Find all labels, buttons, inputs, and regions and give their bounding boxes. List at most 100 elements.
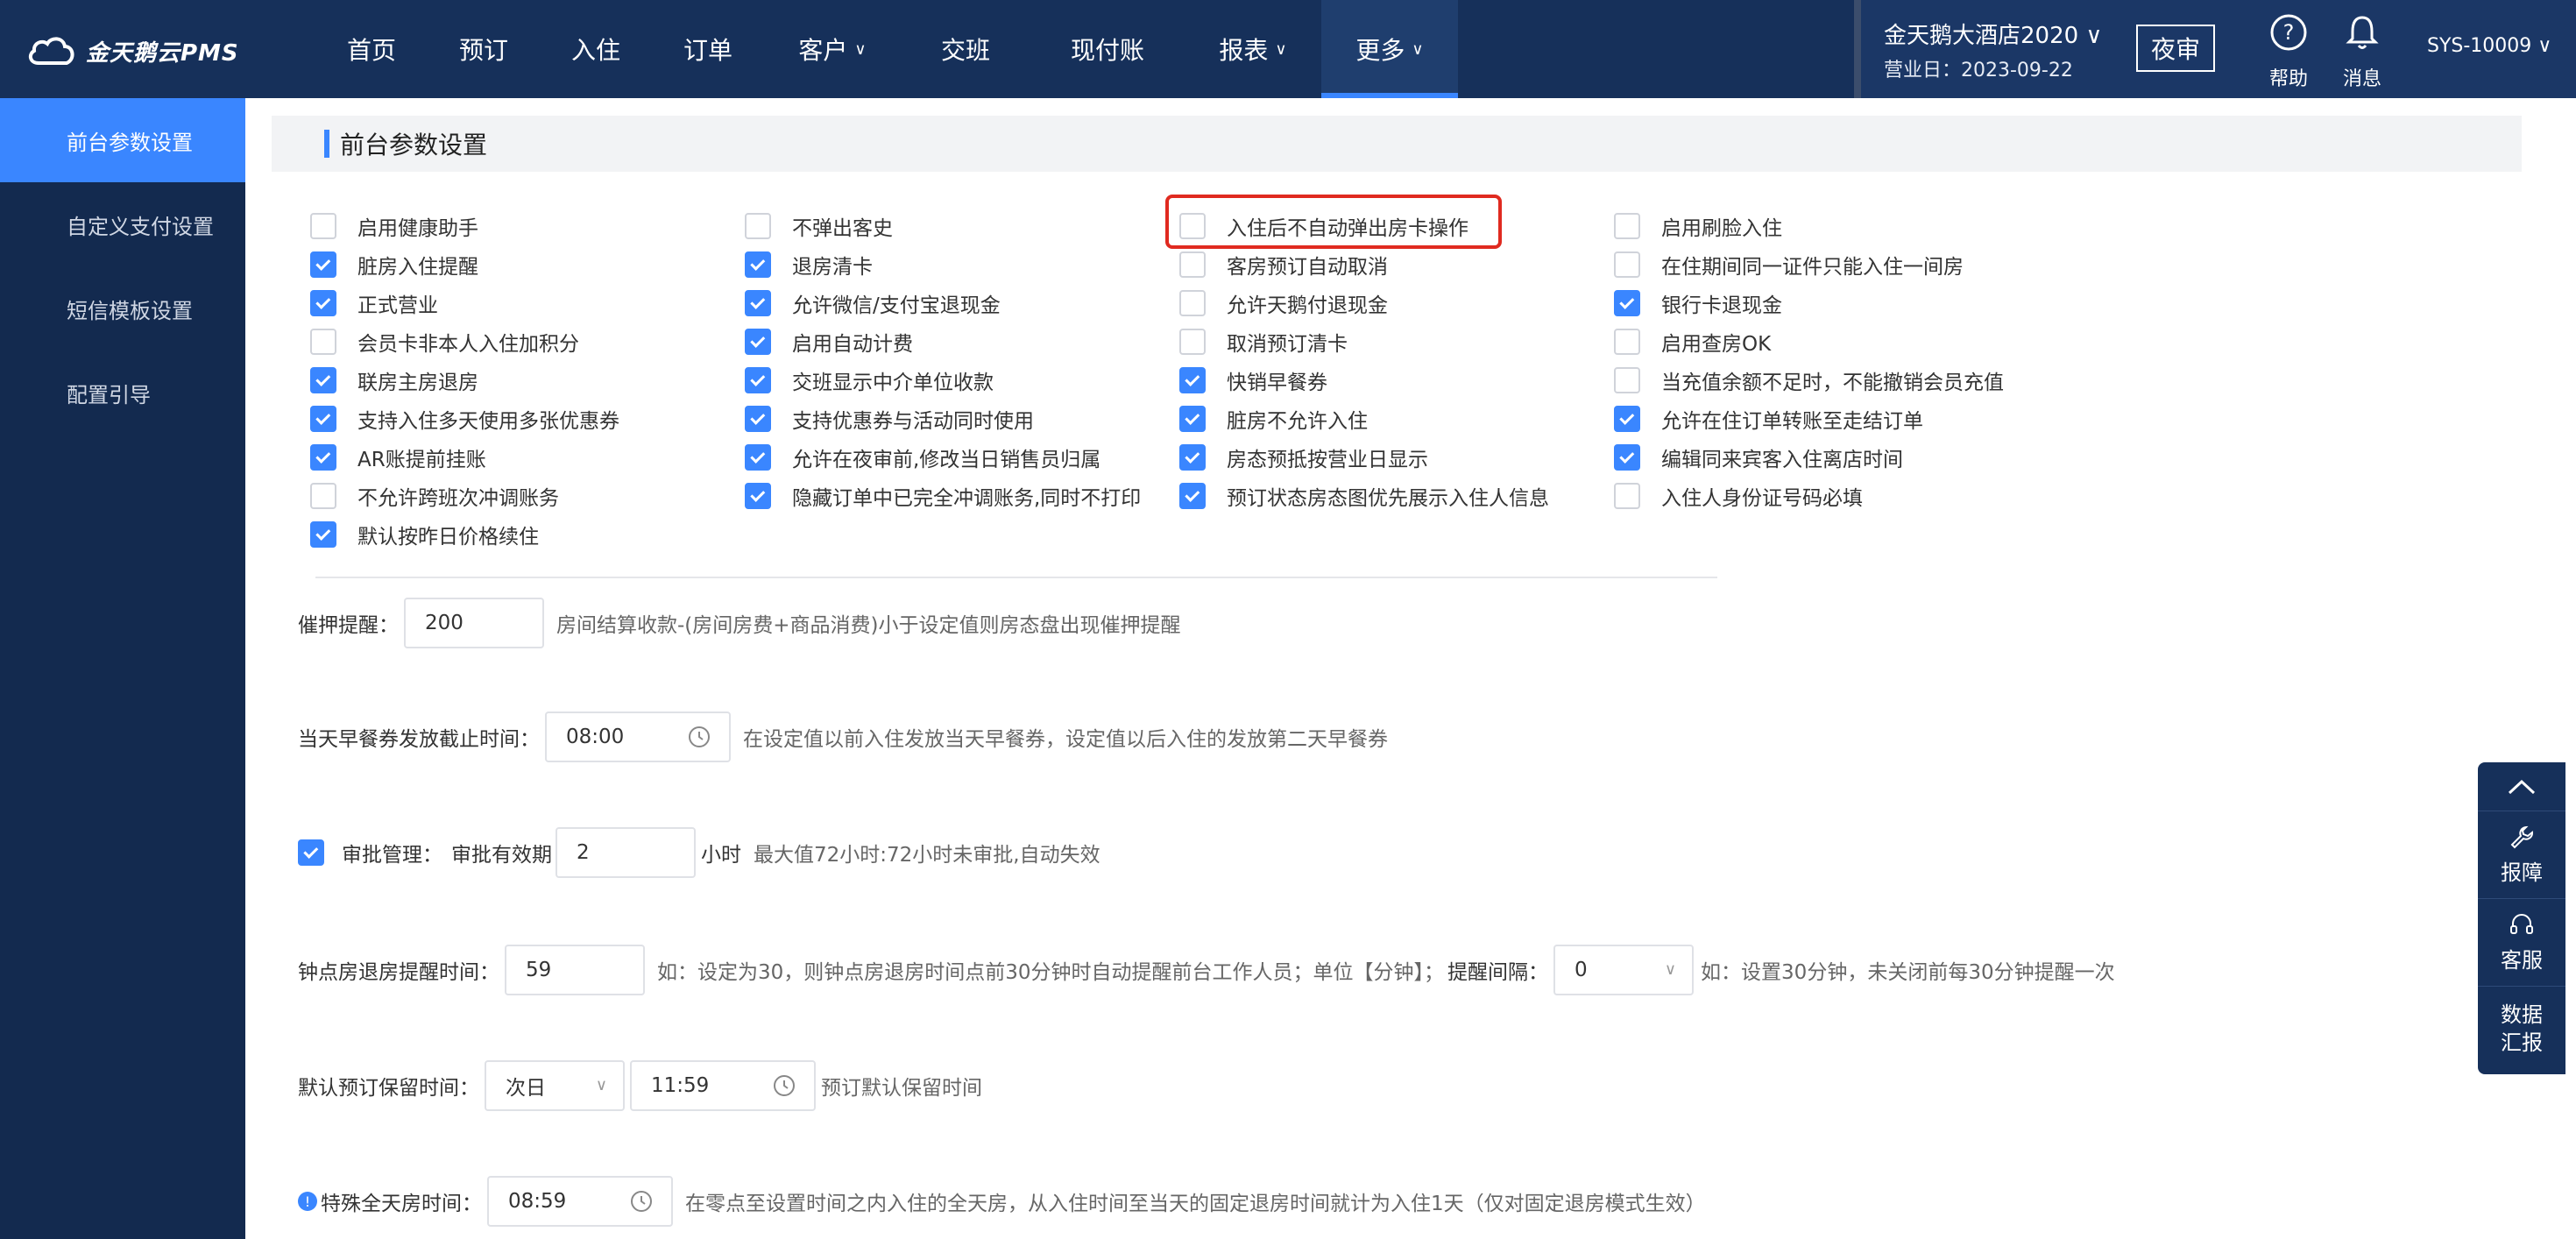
data-report-button[interactable]: 数据汇报 [2478, 987, 2565, 1071]
checkbox[interactable] [1614, 213, 1640, 239]
user-menu[interactable]: SYS-10009 ∨ [2427, 35, 2551, 57]
checkbox-option[interactable]: 联房主房退房 [310, 361, 478, 400]
logo[interactable]: 金天鹅云PMS [26, 32, 239, 70]
checkbox[interactable] [310, 329, 336, 355]
checkbox[interactable] [1179, 483, 1206, 509]
help-button[interactable]: ? 帮助 [2262, 12, 2315, 91]
checkbox[interactable] [310, 367, 336, 393]
hotel-selector[interactable]: 金天鹅大酒店2020 ∨ [1884, 18, 2102, 50]
nav-item-6[interactable]: 现付账 [1030, 0, 1185, 98]
checkbox-option[interactable]: 取消预订清卡 [1179, 322, 1348, 361]
checkbox-option[interactable]: AR账提前挂账 [310, 438, 486, 477]
checkbox-option[interactable]: 启用自动计费 [745, 322, 913, 361]
deposit-input[interactable]: 200 [404, 598, 544, 648]
checkbox[interactable] [310, 251, 336, 278]
checkbox-option[interactable]: 正式营业 [310, 284, 438, 322]
approval-checkbox[interactable] [298, 839, 324, 866]
nav-item-0[interactable]: 首页 [315, 0, 428, 98]
checkbox[interactable] [1179, 290, 1206, 316]
sidebar-item-3[interactable]: 配置引导 [0, 350, 245, 435]
checkbox-option[interactable]: 会员卡非本人入住加积分 [310, 322, 579, 361]
checkbox[interactable] [745, 483, 771, 509]
report-issue-button[interactable]: 报障 [2478, 811, 2565, 899]
approval-hours-input[interactable]: 2 [556, 827, 696, 878]
checkbox-option[interactable]: 允许在住订单转账至走结订单 [1614, 400, 1923, 438]
checkbox-option[interactable]: 支持入住多天使用多张优惠券 [310, 400, 619, 438]
nav-item-8[interactable]: 更多 ∨ [1321, 0, 1458, 98]
checkbox[interactable] [1614, 367, 1640, 393]
checkbox[interactable] [1179, 251, 1206, 278]
checkbox-option[interactable]: 入住人身份证号码必填 [1614, 477, 1863, 515]
checkbox-option[interactable]: 脏房入住提醒 [310, 245, 478, 284]
checkbox[interactable] [1614, 406, 1640, 432]
checkbox[interactable] [1179, 329, 1206, 355]
checkbox-option[interactable]: 交班显示中介单位收款 [745, 361, 994, 400]
checkbox[interactable] [745, 406, 771, 432]
checkbox-option[interactable]: 不弹出客史 [745, 207, 893, 245]
customer-service-button[interactable]: 客服 [2478, 899, 2565, 987]
checkbox[interactable] [745, 213, 771, 239]
interval-select[interactable]: 0 ∨ [1553, 945, 1695, 995]
messages-button[interactable]: 消息 [2336, 12, 2388, 91]
sidebar-item-2[interactable]: 短信模板设置 [0, 266, 245, 350]
checkbox[interactable] [1614, 483, 1640, 509]
reserve-day-select[interactable]: 次日 ∨ [485, 1060, 625, 1111]
checkbox[interactable] [1614, 329, 1640, 355]
fullday-time-input[interactable]: 08:59 [487, 1176, 673, 1227]
checkbox-option[interactable]: 脏房不允许入住 [1179, 400, 1368, 438]
sidebar-item-1[interactable]: 自定义支付设置 [0, 182, 245, 266]
checkbox[interactable] [1179, 444, 1206, 471]
nav-item-2[interactable]: 入住 [540, 0, 652, 98]
checkbox[interactable] [1614, 444, 1640, 471]
checkbox[interactable] [1179, 367, 1206, 393]
approval-valid-label: 审批有效期 [451, 844, 552, 867]
night-audit-button[interactable]: 夜审 [2136, 25, 2215, 72]
checkbox-option[interactable]: 启用刷脸入住 [1614, 207, 1782, 245]
checkbox-option[interactable]: 编辑同来宾客入住离店时间 [1614, 438, 1903, 477]
checkbox[interactable] [745, 367, 771, 393]
checkbox-option[interactable]: 允许在夜审前,修改当日销售员归属 [745, 438, 1100, 477]
checkbox[interactable] [1614, 251, 1640, 278]
checkbox[interactable] [1179, 406, 1206, 432]
nav-item-5[interactable]: 交班 [901, 0, 1030, 98]
checkbox[interactable] [745, 329, 771, 355]
checkbox-option[interactable]: 退房清卡 [745, 245, 873, 284]
checkbox-option[interactable]: 在住期间同一证件只能入住一间房 [1614, 245, 1964, 284]
checkbox-option[interactable]: 隐藏订单中已完全冲调账务,同时不打印 [745, 477, 1141, 515]
nav-item-7[interactable]: 报表 ∨ [1185, 0, 1321, 98]
checkbox-option[interactable]: 银行卡退现金 [1614, 284, 1782, 322]
checkbox[interactable] [310, 483, 336, 509]
checkbox[interactable] [310, 444, 336, 471]
checkbox[interactable] [745, 251, 771, 278]
checkbox[interactable] [310, 213, 336, 239]
checkbox-option[interactable]: 不允许跨班次冲调账务 [310, 477, 559, 515]
checkbox-option[interactable]: 当充值余额不足时，不能撤销会员充值 [1614, 361, 2004, 400]
nav-item-1[interactable]: 预订 [428, 0, 540, 98]
checkbox-option[interactable]: 默认按昨日价格续住 [310, 515, 539, 554]
checkbox[interactable] [310, 521, 336, 548]
checkbox-option[interactable]: 允许微信/支付宝退现金 [745, 284, 1001, 322]
reserve-time-input[interactable]: 11:59 [630, 1060, 816, 1111]
breakfast-time-input[interactable]: 08:00 [545, 712, 731, 762]
checkbox[interactable] [745, 290, 771, 316]
checkbox-option[interactable]: 客房预订自动取消 [1179, 245, 1388, 284]
checkbox-option[interactable]: 允许天鹅付退现金 [1179, 284, 1388, 322]
checkbox-option[interactable]: 预订状态房态图优先展示入住人信息 [1179, 477, 1549, 515]
nav-item-4[interactable]: 客户 ∨ [764, 0, 901, 98]
scroll-top-button[interactable] [2478, 762, 2565, 811]
sidebar-item-0[interactable]: 前台参数设置 [0, 98, 245, 182]
checkbox-option[interactable]: 房态预抵按营业日显示 [1179, 438, 1428, 477]
checkbox-label: 允许在夜审前,修改当日销售员归属 [792, 449, 1101, 471]
checkbox[interactable] [310, 406, 336, 432]
nav-item-3[interactable]: 订单 [652, 0, 764, 98]
checkbox-option[interactable]: 支持优惠券与活动同时使用 [745, 400, 1034, 438]
checkbox-option[interactable]: 启用查房OK [1614, 322, 1771, 361]
hourly-input[interactable]: 59 [505, 945, 645, 995]
checkbox-option[interactable]: 快销早餐券 [1179, 361, 1327, 400]
checkbox[interactable] [310, 290, 336, 316]
checkbox[interactable] [745, 444, 771, 471]
checkbox[interactable] [1614, 290, 1640, 316]
chevron-down-icon: ∨ [1664, 960, 1677, 979]
checkbox-option[interactable]: 启用健康助手 [310, 207, 478, 245]
checkbox-label: 入住人身份证号码必填 [1661, 487, 1863, 510]
